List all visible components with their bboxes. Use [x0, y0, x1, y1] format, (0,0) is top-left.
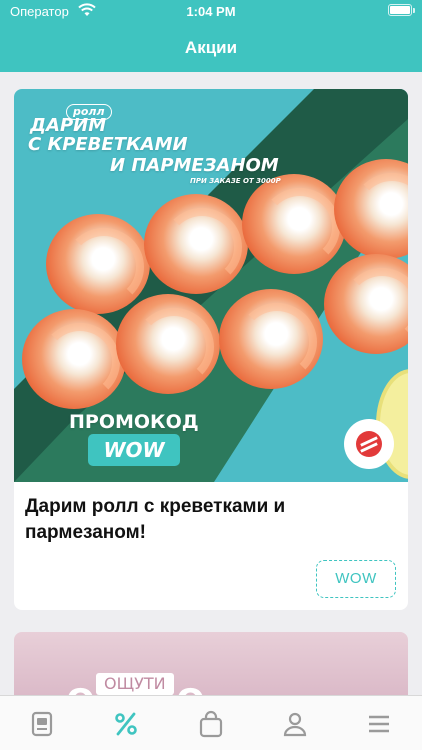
battery-icon [388, 4, 415, 16]
tab-menu[interactable] [28, 710, 56, 738]
promo-code-button[interactable]: WOW [316, 560, 396, 598]
hamburger-icon [369, 715, 389, 733]
tab-promotions[interactable] [112, 710, 140, 738]
shrimp-roll [22, 309, 126, 409]
banner-note: при заказе от 3000р [190, 177, 281, 185]
tab-bar [0, 695, 422, 750]
shrimp-roll [116, 294, 220, 394]
tab-more[interactable] [365, 710, 393, 738]
brand-logo-icon [344, 419, 394, 469]
status-time: 1:04 PM [186, 4, 236, 19]
promo-banner-image: ролл дарим с креветками и пармезаном при… [14, 89, 408, 482]
banner-promo-code: WOW [88, 434, 180, 466]
banner-line-2: с креветками [28, 134, 188, 155]
menu-card-icon [31, 711, 53, 737]
status-bar: Оператор 1:04 PM [0, 0, 422, 24]
shrimp-roll [219, 289, 323, 389]
profile-icon [283, 712, 307, 737]
shrimp-roll [144, 194, 248, 294]
tab-profile[interactable] [281, 710, 309, 738]
promo-2-tag: ОЩУТИ [96, 673, 174, 695]
banner-promo-label: промокод [69, 411, 199, 433]
banner-line-1: дарим [30, 115, 107, 136]
page-title: Акции [184, 38, 238, 57]
tab-cart[interactable] [197, 710, 225, 738]
promo-title: Дарим ролл с креветками и пармезаном! [25, 496, 286, 543]
navigation-bar: Оператор 1:04 PM Акции [0, 0, 422, 72]
shrimp-roll [242, 174, 346, 274]
banner-line-3: и пармезаном [110, 155, 279, 176]
bag-icon [199, 710, 223, 738]
promo-card[interactable]: ролл дарим с креветками и пармезаном при… [14, 89, 408, 610]
shrimp-roll [46, 214, 150, 314]
percent-icon [115, 712, 137, 736]
